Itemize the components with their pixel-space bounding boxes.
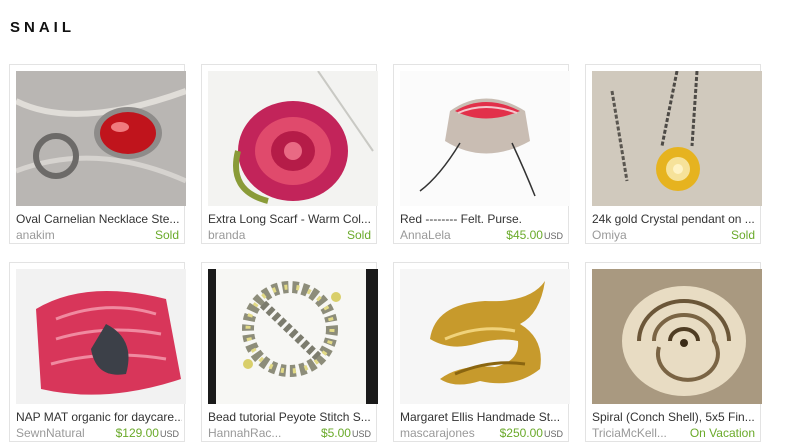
listing-title[interactable]: NAP MAT organic for daycare...	[16, 410, 182, 424]
price-value: $5.00	[320, 426, 351, 440]
currency-code: USD	[351, 429, 371, 439]
listing-title[interactable]: 24k gold Crystal pendant on ...	[592, 212, 758, 226]
listing-card[interactable]: NAP MAT organic for daycare... SewnNatur…	[9, 262, 186, 442]
status-text: On Vacation	[689, 426, 755, 440]
seller-name[interactable]: TriciaMcKell...	[592, 426, 667, 440]
seller-name[interactable]: SewnNatural	[16, 426, 85, 440]
listing-image[interactable]	[592, 269, 762, 404]
listing-card[interactable]: Spiral (Conch Shell), 5x5 Fin... TriciaM…	[585, 262, 762, 442]
seller-name[interactable]: Omiya	[592, 228, 627, 242]
listing-title[interactable]: Red -------- Felt. Purse.	[400, 212, 566, 226]
listing-card[interactable]: Bead tutorial Peyote Stitch S... HannahR…	[201, 262, 378, 442]
seller-name[interactable]: branda	[208, 228, 245, 242]
listing-image[interactable]	[400, 269, 570, 404]
listing-price: $129.00USD	[116, 426, 179, 440]
item-grid: Oval Carnelian Necklace Ste... anakim So…	[9, 64, 769, 446]
listing-card[interactable]: Red -------- Felt. Purse. AnnaLela $45.0…	[393, 64, 570, 244]
price-value: $129.00	[115, 426, 159, 440]
currency-code: USD	[159, 429, 179, 439]
listing-image[interactable]	[208, 269, 378, 404]
listing-title[interactable]: Oval Carnelian Necklace Ste...	[16, 212, 182, 226]
status-text: Sold	[346, 228, 371, 242]
treasury-title: SNAIL	[10, 19, 75, 36]
seller-name[interactable]: AnnaLela	[400, 228, 451, 242]
listing-title[interactable]: Extra Long Scarf - Warm Col...	[208, 212, 374, 226]
listing-card[interactable]: Extra Long Scarf - Warm Col... branda So…	[201, 64, 378, 244]
listing-status: Sold	[731, 228, 755, 242]
listing-status: Sold	[347, 228, 371, 242]
listing-image[interactable]	[400, 71, 570, 206]
listing-image[interactable]	[16, 71, 186, 206]
seller-name[interactable]: HannahRac...	[208, 426, 281, 440]
seller-name[interactable]: anakim	[16, 228, 55, 242]
listing-card[interactable]: Oval Carnelian Necklace Ste... anakim So…	[9, 64, 186, 244]
listing-title[interactable]: Margaret Ellis Handmade St...	[400, 410, 566, 424]
status-text: Sold	[730, 228, 755, 242]
seller-name[interactable]: mascarajones	[400, 426, 475, 440]
listing-price: $45.00USD	[506, 228, 563, 242]
listing-image[interactable]	[592, 71, 762, 206]
listing-title[interactable]: Spiral (Conch Shell), 5x5 Fin...	[592, 410, 758, 424]
listing-status: On Vacation	[690, 426, 755, 440]
currency-code: USD	[543, 429, 563, 439]
status-text: Sold	[154, 228, 179, 242]
listing-card[interactable]: 24k gold Crystal pendant on ... Omiya So…	[585, 64, 762, 244]
price-value: $45.00	[506, 228, 543, 242]
listing-card[interactable]: Margaret Ellis Handmade St... mascarajon…	[393, 262, 570, 442]
listing-price: $5.00USD	[321, 426, 371, 440]
currency-code: USD	[543, 231, 563, 241]
listing-image[interactable]	[208, 71, 378, 206]
listing-price: $250.00USD	[500, 426, 563, 440]
price-value: $250.00	[499, 426, 543, 440]
listing-status: Sold	[155, 228, 179, 242]
listing-title[interactable]: Bead tutorial Peyote Stitch S...	[208, 410, 374, 424]
listing-image[interactable]	[16, 269, 186, 404]
